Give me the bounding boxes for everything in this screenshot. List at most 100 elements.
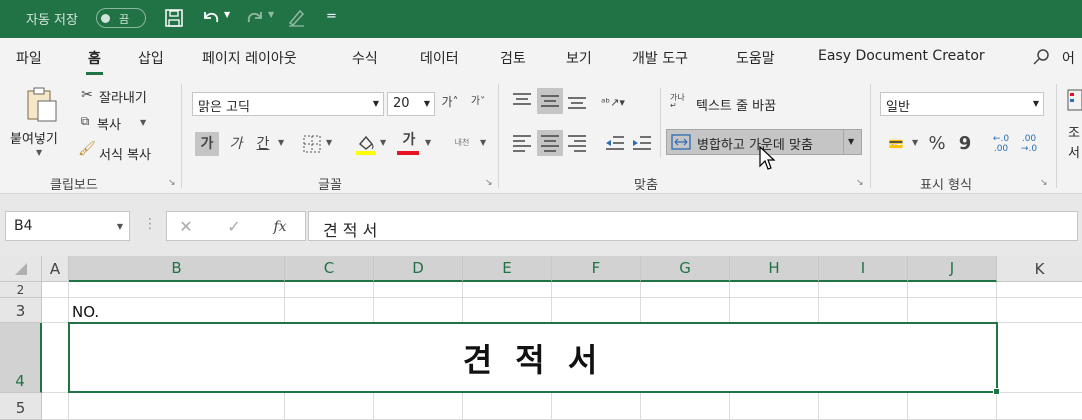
middle-align-button[interactable] (537, 88, 563, 114)
font-color-button[interactable]: 가 (397, 130, 421, 150)
align-center-button[interactable] (537, 130, 563, 156)
paste-icon[interactable] (20, 84, 60, 124)
increase-decimal-button[interactable]: ←.0 .00 (990, 132, 1012, 158)
column-header-b[interactable]: B (69, 256, 285, 282)
format-painter-button[interactable]: 서식 복사 (99, 144, 151, 163)
font-color-dropdown-icon[interactable]: ▼ (425, 138, 431, 147)
chevron-down-icon[interactable]: ▼ (424, 99, 430, 108)
worksheet-grid[interactable]: A B C D E F G H I J K 2 3 4 5 NO. 견 적 서 (0, 256, 1082, 420)
select-all-corner[interactable] (0, 256, 42, 282)
tab-developer[interactable]: 개발 도구 (632, 48, 688, 68)
row-header-4[interactable]: 4 (0, 323, 42, 393)
decrease-indent-icon[interactable] (605, 134, 625, 152)
tab-review[interactable]: 검토 (500, 48, 526, 68)
text-orientation-icon[interactable]: ᵃᵇ↗▾ (598, 92, 628, 112)
copy-button[interactable]: 복사 (97, 114, 121, 133)
tab-file[interactable]: 파일 (16, 48, 42, 68)
increase-font-size-icon[interactable]: 가˄ (440, 92, 460, 112)
divider (870, 84, 871, 188)
tab-page-layout[interactable]: 페이지 레이아웃 (202, 48, 297, 68)
cancel-icon[interactable]: ✕ (177, 218, 195, 236)
font-size-box[interactable]: 20 ▼ (387, 92, 435, 116)
tab-help[interactable]: 도움말 (736, 48, 775, 68)
border-dropdown-icon[interactable]: ▼ (326, 138, 332, 147)
tab-data[interactable]: 데이터 (420, 48, 459, 68)
search-icon[interactable] (1032, 48, 1050, 66)
scissors-icon: ✂ (81, 87, 93, 103)
autosave-toggle[interactable]: 끔 (96, 8, 146, 28)
row-header-3[interactable]: 3 (0, 298, 42, 323)
name-box[interactable]: B4 ▼ (5, 211, 130, 241)
phonetic-dropdown-icon[interactable]: ▼ (480, 138, 486, 147)
font-name-box[interactable]: 맑은 고딕 ▼ (192, 92, 384, 116)
clipboard-launcher-icon[interactable]: ↘ (168, 178, 176, 188)
tab-overflow[interactable]: 어 (1062, 48, 1075, 68)
column-header-j[interactable]: J (908, 256, 997, 282)
phonetic-guide-icon[interactable]: 내천 (450, 132, 474, 154)
align-left-icon[interactable] (512, 134, 532, 152)
column-header-c[interactable]: C (285, 256, 374, 282)
ribbon: 붙여넣기 ▼ ✂ 잘라내기 ⧉ 복사 ▼ 🖌 서식 복사 클립보드 ↘ 맑은 고… (0, 78, 1082, 194)
column-header-a[interactable]: A (42, 256, 69, 282)
wrap-text-button[interactable]: 텍스트 줄 바꿈 (696, 95, 776, 114)
conditional-formatting-label[interactable]: 조 서 (1068, 124, 1082, 164)
copy-dropdown-icon[interactable]: ▼ (140, 118, 146, 127)
percent-style-button[interactable]: % (926, 132, 948, 156)
column-header-d[interactable]: D (374, 256, 463, 282)
number-launcher-icon[interactable]: ↘ (1040, 178, 1048, 188)
column-header-i[interactable]: I (819, 256, 908, 282)
column-header-f[interactable]: F (552, 256, 641, 282)
cut-button[interactable]: 잘라내기 (99, 87, 147, 106)
column-header-g[interactable]: G (641, 256, 730, 282)
pen-icon[interactable] (286, 7, 306, 27)
merge-dropdown-icon[interactable]: ▼ (848, 137, 854, 146)
italic-button[interactable]: 가 (224, 132, 248, 156)
border-icon[interactable] (302, 134, 322, 154)
increase-indent-icon[interactable] (632, 134, 652, 152)
align-right-icon[interactable] (567, 134, 587, 152)
insert-function-button[interactable]: fx (269, 218, 291, 236)
accounting-dropdown-icon[interactable]: ▼ (912, 138, 918, 147)
tab-view[interactable]: 보기 (566, 48, 592, 68)
tab-insert[interactable]: 삽입 (138, 48, 164, 68)
underline-dropdown-icon[interactable]: ▼ (278, 138, 284, 147)
comma-style-button[interactable]: 9 (954, 132, 976, 156)
formula-input[interactable]: 견 적 서 (308, 211, 1078, 241)
column-header-h[interactable]: H (730, 256, 819, 282)
row-header-5[interactable]: 5 (0, 393, 42, 420)
accounting-format-icon[interactable]: 💳 (884, 134, 908, 154)
redo-dropdown-icon[interactable]: ▼ (268, 10, 274, 19)
undo-icon[interactable] (200, 8, 222, 28)
row-header-2[interactable]: 2 (0, 282, 42, 298)
alignment-launcher-icon[interactable]: ↘ (856, 178, 864, 188)
column-header-e[interactable]: E (463, 256, 552, 282)
font-launcher-icon[interactable]: ↘ (485, 178, 493, 188)
decrease-decimal-button[interactable]: .00 →.0 (1018, 132, 1040, 158)
chevron-down-icon[interactable]: ▼ (117, 222, 123, 231)
tab-easy-document-creator[interactable]: Easy Document Creator (818, 48, 985, 64)
paste-button[interactable]: 붙여넣기 (10, 128, 58, 147)
column-header-k[interactable]: K (997, 256, 1082, 282)
enter-checkmark-icon[interactable]: ✓ (225, 218, 243, 236)
tab-home[interactable]: 홈 (86, 48, 103, 75)
customize-quick-access-icon[interactable]: = (326, 9, 337, 24)
underline-button[interactable]: 간 (251, 132, 275, 156)
redo-icon[interactable] (244, 8, 266, 28)
tab-formulas[interactable]: 수식 (352, 48, 378, 68)
fill-handle[interactable] (993, 388, 1000, 395)
fill-color-icon[interactable] (355, 132, 377, 156)
bottom-align-icon[interactable] (567, 94, 587, 112)
decrease-font-size-icon[interactable]: 가˅ (468, 92, 488, 112)
number-format-box[interactable]: 일반 ▼ (880, 92, 1044, 116)
chevron-down-icon[interactable]: ▼ (373, 99, 379, 108)
cell-b3[interactable]: NO. (72, 303, 99, 321)
conditional-formatting-icon[interactable] (1066, 88, 1082, 112)
merged-cell-b4[interactable]: 견 적 서 (68, 322, 998, 393)
save-icon[interactable] (164, 8, 184, 28)
undo-dropdown-icon[interactable]: ▼ (224, 10, 230, 19)
top-align-icon[interactable] (512, 92, 532, 110)
fill-color-dropdown-icon[interactable]: ▼ (380, 138, 386, 147)
paste-dropdown-icon[interactable]: ▼ (36, 148, 42, 157)
chevron-down-icon[interactable]: ▼ (1033, 99, 1039, 108)
bold-button[interactable]: 가 (195, 132, 219, 156)
